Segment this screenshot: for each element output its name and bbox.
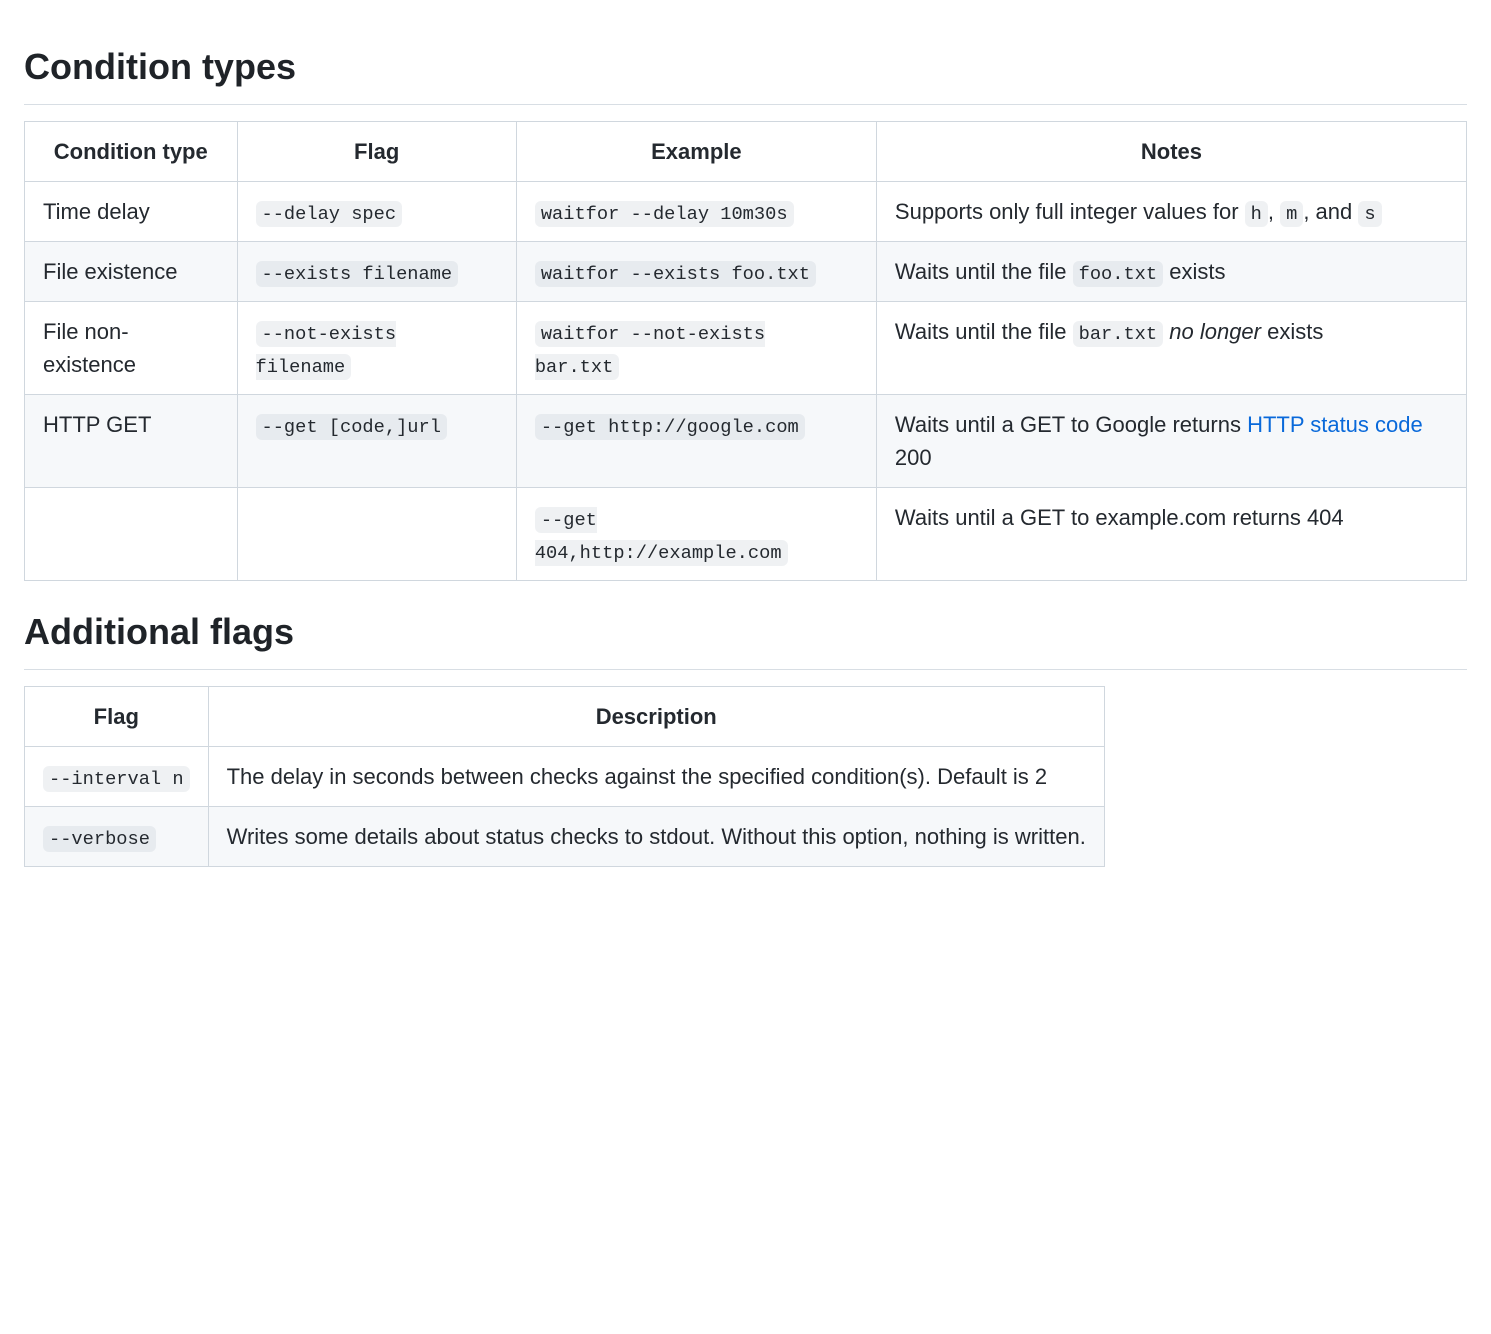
notes-text: , and [1303, 199, 1358, 224]
example-code: --get http://google.com [535, 414, 805, 440]
cell-type: Time delay [25, 182, 238, 242]
notes-text: Waits until the file [895, 319, 1073, 344]
notes-code: bar.txt [1073, 321, 1164, 347]
notes-text: , [1268, 199, 1280, 224]
cell-flag [237, 488, 516, 581]
notes-code: m [1280, 201, 1303, 227]
example-code: waitfor --not-exists bar.txt [535, 321, 765, 380]
cell-example: waitfor --delay 10m30s [516, 182, 876, 242]
th-flag: Flag [25, 687, 209, 747]
cell-example: waitfor --exists foo.txt [516, 242, 876, 302]
additional-flags-table: Flag Description --interval n The delay … [24, 686, 1467, 867]
cell-example: --get 404,http://example.com [516, 488, 876, 581]
table-row: --verbose Writes some details about stat… [25, 807, 1105, 867]
th-condition-type: Condition type [25, 122, 238, 182]
cell-notes: Waits until a GET to Google returns HTTP… [876, 395, 1466, 488]
http-status-code-link[interactable]: HTTP status code [1247, 412, 1423, 437]
cell-flag: --get [code,]url [237, 395, 516, 488]
table-row: File existence --exists filename waitfor… [25, 242, 1467, 302]
table-header-row: Flag Description [25, 687, 1105, 747]
notes-text: exists [1163, 259, 1225, 284]
notes-code: s [1358, 201, 1381, 227]
cell-type: HTTP GET [25, 395, 238, 488]
table-row: --interval n The delay in seconds betwee… [25, 747, 1105, 807]
flag-code: --verbose [43, 826, 156, 852]
flag-code: --exists filename [256, 261, 459, 287]
th-example: Example [516, 122, 876, 182]
example-code: waitfor --exists foo.txt [535, 261, 816, 287]
table-header-row: Condition type Flag Example Notes [25, 122, 1467, 182]
notes-text: 200 [895, 445, 932, 470]
flag-code: --delay spec [256, 201, 403, 227]
notes-text: exists [1261, 319, 1323, 344]
notes-text: Supports only full integer values for [895, 199, 1245, 224]
cell-notes: Waits until the file foo.txt exists [876, 242, 1466, 302]
cell-flag: --verbose [25, 807, 209, 867]
th-flag: Flag [237, 122, 516, 182]
cell-flag: --not-exists filename [237, 302, 516, 395]
additional-flags-heading: Additional flags [24, 605, 1467, 670]
th-notes: Notes [876, 122, 1466, 182]
flag-code: --get [code,]url [256, 414, 447, 440]
cell-example: --get http://google.com [516, 395, 876, 488]
table-row: File non-existence --not-exists filename… [25, 302, 1467, 395]
notes-em: no longer [1169, 319, 1261, 344]
table-row: Time delay --delay spec waitfor --delay … [25, 182, 1467, 242]
cell-example: waitfor --not-exists bar.txt [516, 302, 876, 395]
cell-flag: --exists filename [237, 242, 516, 302]
notes-text: Waits until a GET to example.com returns… [895, 505, 1344, 530]
cell-type: File non-existence [25, 302, 238, 395]
example-code: waitfor --delay 10m30s [535, 201, 794, 227]
notes-code: foo.txt [1073, 261, 1164, 287]
cell-type [25, 488, 238, 581]
condition-types-heading: Condition types [24, 40, 1467, 105]
notes-code: h [1245, 201, 1268, 227]
cell-flag: --interval n [25, 747, 209, 807]
table-row: HTTP GET --get [code,]url --get http://g… [25, 395, 1467, 488]
cell-notes: Waits until a GET to example.com returns… [876, 488, 1466, 581]
example-code: --get 404,http://example.com [535, 507, 788, 566]
table-row: --get 404,http://example.com Waits until… [25, 488, 1467, 581]
cell-notes: Supports only full integer values for h,… [876, 182, 1466, 242]
flag-code: --interval n [43, 766, 190, 792]
cell-type: File existence [25, 242, 238, 302]
cell-flag: --delay spec [237, 182, 516, 242]
notes-text: Waits until a GET to Google returns [895, 412, 1247, 437]
cell-description: The delay in seconds between checks agai… [208, 747, 1104, 807]
flag-code: --not-exists filename [256, 321, 397, 380]
cell-description: Writes some details about status checks … [208, 807, 1104, 867]
cell-notes: Waits until the file bar.txt no longer e… [876, 302, 1466, 395]
notes-text: Waits until the file [895, 259, 1073, 284]
condition-types-table: Condition type Flag Example Notes Time d… [24, 121, 1467, 581]
th-description: Description [208, 687, 1104, 747]
